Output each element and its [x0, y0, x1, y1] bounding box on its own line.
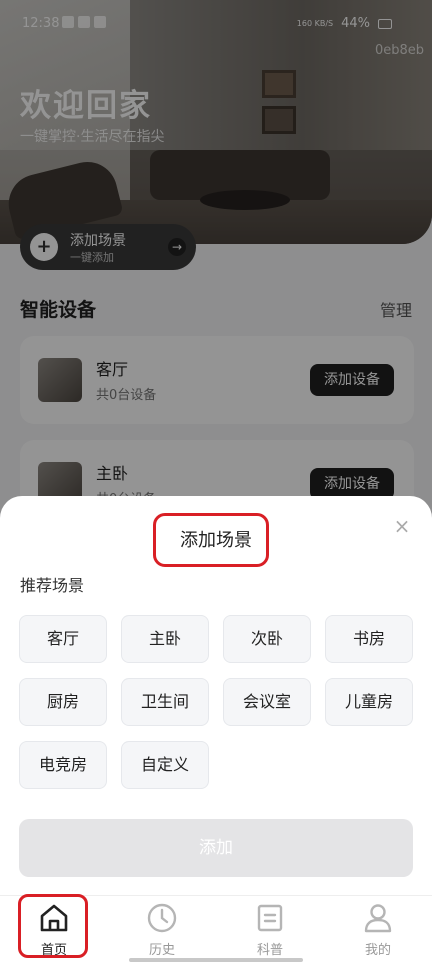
annotation-highlight — [18, 894, 88, 958]
user-icon — [364, 904, 392, 933]
tab-label: 我的 — [364, 943, 391, 958]
scene-chip[interactable]: 自定义 — [121, 741, 209, 789]
scene-chip[interactable]: 会议室 — [223, 678, 311, 726]
clock-icon — [147, 903, 177, 933]
close-icon[interactable]: × — [392, 516, 412, 536]
article-icon — [257, 904, 283, 932]
scene-chip[interactable]: 电竞房 — [19, 741, 107, 789]
tab-label: 历史 — [148, 943, 175, 958]
tab-label: 科普 — [256, 943, 283, 958]
scene-chip[interactable]: 卫生间 — [121, 678, 209, 726]
recommended-scenes-label: 推荐场景 — [20, 576, 85, 595]
scene-chip[interactable]: 书房 — [325, 615, 413, 663]
annotation-highlight — [153, 513, 269, 567]
home-indicator — [129, 958, 303, 962]
scene-chip[interactable]: 儿童房 — [325, 678, 413, 726]
add-scene-sheet: 添加场景 × 推荐场景 客厅 主卧 次卧 书房 厨房 卫生间 会议室 儿童房 电… — [0, 496, 432, 964]
tab-science[interactable]: 科普 — [216, 896, 324, 964]
scene-chip[interactable]: 厨房 — [19, 678, 107, 726]
scene-chip[interactable]: 客厅 — [19, 615, 107, 663]
tab-mine[interactable]: 我的 — [324, 896, 432, 964]
add-button[interactable]: 添加 — [19, 819, 413, 877]
tab-history[interactable]: 历史 — [108, 896, 216, 964]
scene-chip[interactable]: 主卧 — [121, 615, 209, 663]
scene-chip[interactable]: 次卧 — [223, 615, 311, 663]
